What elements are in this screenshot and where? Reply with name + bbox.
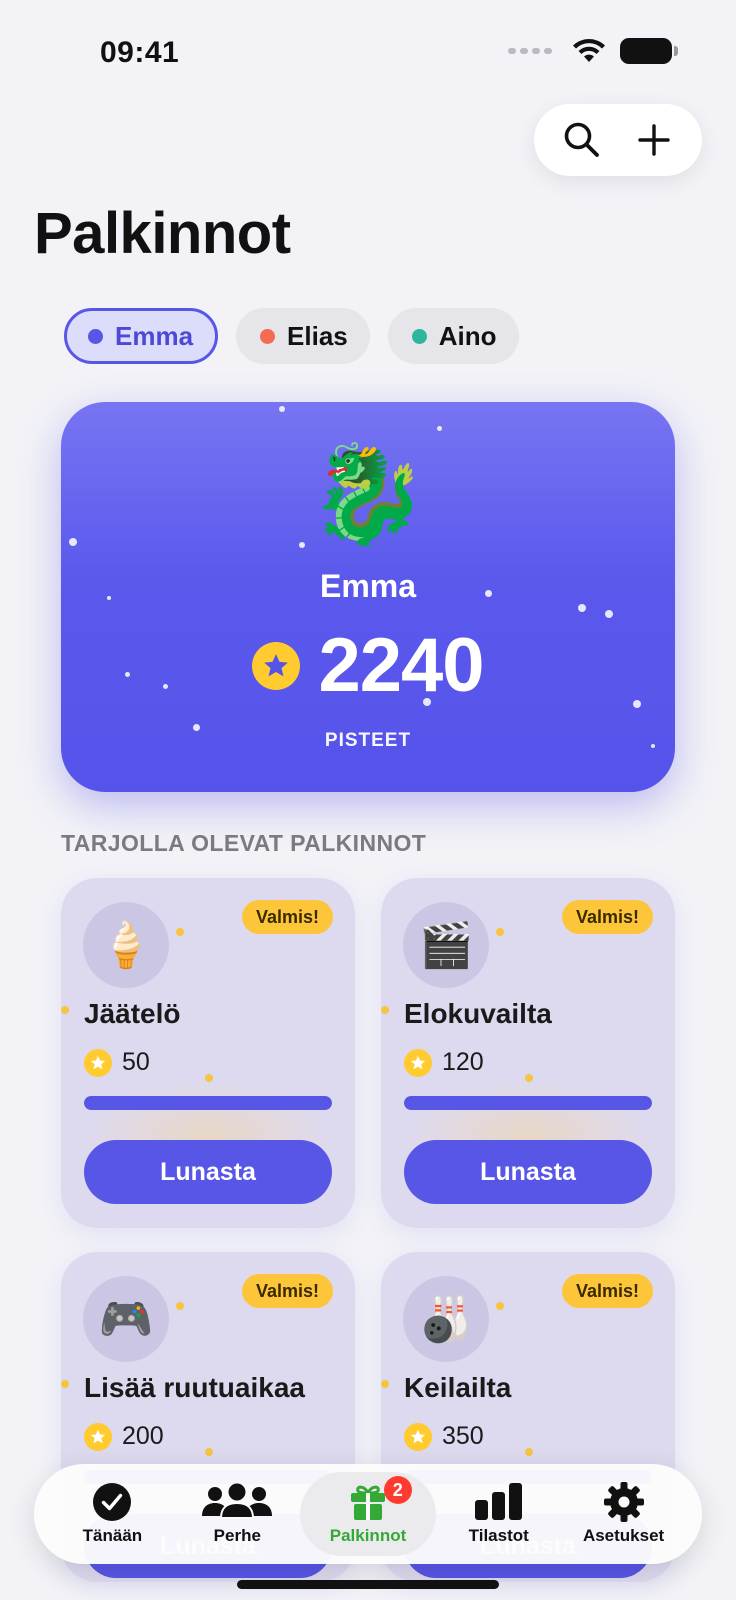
tab-bar: Tänään Perhe Palkinnot 2 Tilastot Asetuk… [34, 1464, 702, 1564]
add-button[interactable] [630, 116, 678, 164]
chip-aino[interactable]: Aino [387, 308, 519, 364]
progress-bar [404, 1096, 652, 1110]
tab-label: Palkinnot [329, 1526, 407, 1545]
sparkle [605, 610, 613, 618]
tab-stats[interactable]: Tilastot [436, 1472, 561, 1556]
points-card: 🐉 Emma 2240 PISTEET [61, 402, 675, 792]
wifi-icon [573, 39, 605, 62]
reward-title: Jäätelö [84, 998, 181, 1029]
sparkle [381, 1006, 389, 1014]
bowling-icon: 🎳 [403, 1276, 489, 1362]
reward-cost-value: 120 [442, 1048, 484, 1076]
status-time: 09:41 [100, 36, 180, 69]
progress-fill [404, 1096, 652, 1110]
progress-fill [84, 1096, 332, 1110]
sparkle [61, 1380, 69, 1388]
reward-cost-value: 350 [442, 1422, 484, 1450]
sparkle [525, 1074, 533, 1082]
tab-today[interactable]: Tänään [50, 1472, 175, 1556]
gift-icon [348, 1482, 388, 1522]
reward-cost: 120 [404, 1048, 484, 1077]
reward-card: 🍦 Valmis! Jäätelö 50 Lunasta [61, 878, 355, 1228]
star-coin-icon [252, 641, 301, 690]
battery-icon [620, 38, 678, 64]
star-coin-icon [84, 1422, 112, 1451]
points-row: 2240 [61, 622, 675, 709]
reward-cost: 50 [84, 1048, 150, 1077]
points-label: PISTEET [324, 730, 412, 751]
sparkle [437, 426, 442, 431]
tab-label: Perhe [213, 1526, 261, 1545]
sparkle [205, 1448, 213, 1456]
ready-badge: Valmis! [561, 1274, 653, 1308]
chip-label: Elias [287, 320, 348, 351]
reward-cost-value: 50 [122, 1048, 150, 1076]
plus-icon [638, 124, 670, 156]
chip-label: Aino [438, 320, 497, 351]
reward-card: 🎬 Valmis! Elokuvailta 120 Lunasta [381, 878, 675, 1228]
chip-emma[interactable]: Emma [64, 308, 219, 364]
sparkle [578, 604, 586, 612]
top-action-bar [534, 104, 702, 176]
avatar: 🐉 [308, 441, 428, 548]
sparkle [61, 1006, 69, 1014]
sparkle [496, 928, 504, 936]
card-child-name: Emma [319, 568, 417, 604]
sparkle [381, 1380, 389, 1388]
ready-badge: Valmis! [241, 900, 333, 934]
ready-badge: Valmis! [241, 1274, 333, 1308]
notification-badge: 2 [383, 1476, 412, 1504]
sparkle [176, 928, 184, 936]
sparkle [525, 1448, 533, 1456]
points-value: 2240 [318, 623, 484, 708]
redeem-button[interactable]: Lunasta [84, 1140, 332, 1204]
chip-label: Emma [115, 320, 194, 351]
status-bar: 09:41 [0, 0, 736, 100]
game-controller-icon: 🎮 [83, 1276, 169, 1362]
rewards-section-title: TARJOLLA OLEVAT PALKINNOT [61, 830, 427, 856]
reward-title: Lisää ruutuaikaa [84, 1372, 305, 1403]
reward-cost: 350 [404, 1422, 484, 1451]
star-coin-icon [404, 1048, 432, 1077]
tab-family[interactable]: Perhe [175, 1472, 300, 1556]
bar-chart-icon [474, 1482, 524, 1522]
redeem-button[interactable]: Lunasta [404, 1140, 652, 1204]
sparkle [205, 1074, 213, 1082]
search-icon [564, 122, 599, 157]
tab-rewards[interactable]: Palkinnot 2 [299, 1472, 437, 1556]
home-indicator [237, 1580, 499, 1589]
people-icon [201, 1482, 273, 1522]
child-color-dot [260, 328, 276, 344]
page-title: Palkinnot [34, 201, 291, 266]
reward-cost: 200 [84, 1422, 164, 1451]
cellular-signal-icon [508, 48, 552, 54]
chip-elias[interactable]: Elias [236, 308, 370, 364]
reward-title: Elokuvailta [404, 998, 552, 1029]
sparkle [279, 406, 285, 412]
sparkle [176, 1302, 184, 1310]
child-selector: Emma Elias Aino [64, 308, 519, 364]
ready-badge: Valmis! [561, 900, 653, 934]
tab-settings[interactable]: Asetukset [561, 1472, 686, 1556]
star-coin-icon [404, 1422, 432, 1451]
tab-label: Tänään [82, 1526, 143, 1545]
ice-cream-icon: 🍦 [83, 902, 169, 988]
reward-title: Keilailta [404, 1372, 512, 1403]
sparkle [496, 1302, 504, 1310]
clapperboard-icon: 🎬 [403, 902, 489, 988]
star-coin-icon [84, 1048, 112, 1077]
child-color-dot [88, 328, 103, 344]
tab-label: Asetukset [582, 1526, 665, 1545]
tab-label: Tilastot [468, 1526, 529, 1545]
search-button[interactable] [558, 116, 606, 164]
status-icons [508, 38, 678, 64]
child-color-dot [411, 328, 427, 344]
progress-bar [84, 1096, 332, 1110]
gear-icon [603, 1482, 645, 1522]
reward-cost-value: 200 [122, 1422, 164, 1450]
checkmark-circle-icon [92, 1482, 132, 1522]
